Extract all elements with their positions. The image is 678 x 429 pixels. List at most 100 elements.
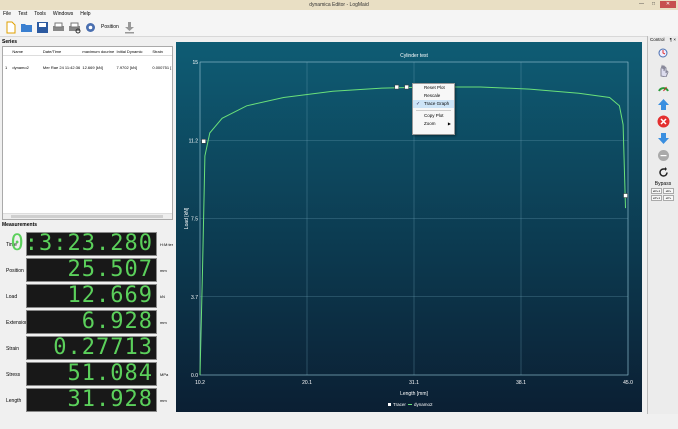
measurement-label: Strain [6, 346, 20, 352]
panel-buttons: ¶ × [670, 37, 676, 42]
lcd-display: 6.928 [26, 310, 157, 334]
control-panel: Control ¶ × Bypass eR+1 eR+ eP+1 eP+ [647, 36, 678, 414]
small-control-button[interactable]: eP+ [663, 195, 674, 201]
panel-close-button[interactable]: × [673, 37, 676, 42]
pin-button[interactable]: ¶ [670, 37, 672, 42]
menu-bar: File Test Tools Windows Help [0, 10, 678, 18]
menu-help[interactable]: Help [80, 11, 90, 17]
context-menu-item-zoom[interactable]: Zoom ▶ [413, 120, 454, 128]
column-header[interactable]: Initial Dynamic [114, 49, 150, 54]
measurement-length: Length 31.928 mm [2, 388, 173, 412]
lcd-display: 0.27713 [26, 336, 157, 360]
position-download-button[interactable] [122, 20, 137, 35]
new-file-button[interactable] [3, 20, 18, 35]
column-header[interactable]: maximum dourine [80, 49, 114, 54]
table-row[interactable]: 1 dynamo2 Mer Rae 24 11:42:36 2016 12.66… [3, 63, 172, 72]
print-preview-button[interactable] [67, 20, 82, 35]
measurement-label: Stress [6, 372, 21, 378]
lcd-display: 12.669 [26, 284, 157, 308]
x-tick-label: 45.0 [623, 380, 633, 386]
menu-windows[interactable]: Windows [53, 11, 73, 17]
zoom-reset-icon [658, 48, 667, 57]
small-control-button[interactable]: eR+ [663, 188, 674, 194]
series-table: Name Date/Time maximum dourine Initial D… [2, 46, 173, 220]
close-button[interactable]: ✕ [660, 1, 676, 8]
scrollbar-thumb[interactable] [11, 215, 163, 218]
measurement-value: 31.928 [67, 387, 153, 412]
measurement-value: 0.27713 [53, 335, 153, 360]
maximize-button[interactable]: □ [648, 1, 659, 8]
check-icon: ✓ [416, 101, 421, 107]
legend-marker-tracer [388, 403, 391, 406]
move-up-button[interactable] [656, 97, 670, 111]
column-header[interactable]: Strain [150, 49, 172, 54]
measurement-label: Extension [6, 320, 28, 326]
measurement-unit: kN [160, 294, 165, 299]
lcd-display: 51.084 [26, 362, 157, 386]
measurement-value: 12.669 [67, 283, 153, 308]
plot-area[interactable]: 10.2 20.1 31.1 38.1 45.0 15 11.2 7.5 3.7 0.0 Cylin… [176, 42, 642, 412]
measurement-time: Time 0:3:23.280 H:M:ter [2, 232, 173, 256]
trace-marker [394, 84, 400, 90]
measurement-label: Length [6, 398, 22, 404]
position-label: Position [101, 24, 119, 30]
save-button[interactable] [35, 20, 50, 35]
table-cell: Mer Rae 24 11:42:36 2016 [42, 65, 81, 70]
menu-tools[interactable]: Tools [34, 11, 46, 17]
context-menu-item-copy-plot[interactable]: Copy Plot [413, 112, 454, 120]
measurement-unit: mm [160, 398, 167, 403]
measurement-value: 6.928 [81, 309, 153, 334]
open-folder-button[interactable] [19, 20, 34, 35]
table-cell: dynamo2 [12, 65, 29, 70]
menu-test[interactable]: Test [18, 11, 27, 17]
neutral-button[interactable] [656, 148, 670, 162]
context-menu-item-trace-graph[interactable]: ✓ Trace Graph [413, 100, 454, 108]
measurement-value: 51.084 [67, 361, 153, 386]
arrow-up-icon [657, 98, 669, 110]
minimize-button[interactable]: — [636, 1, 647, 8]
measurement-extension: Extension 6.928 mm [2, 310, 173, 334]
gauge-icon [657, 86, 669, 92]
measurement-stress: Stress 51.084 MPa [2, 362, 173, 386]
context-menu-item-reset-plot[interactable]: Reset Plot [413, 84, 454, 92]
neutral-icon [657, 149, 669, 161]
measurement-unit: mm [160, 268, 167, 273]
y-tick-label: 15 [192, 60, 198, 66]
x-tick-label: 10.2 [195, 380, 205, 386]
trace-marker [201, 139, 206, 144]
x-tick-label: 20.1 [302, 380, 312, 386]
chart-svg[interactable]: 10.2 20.1 31.1 38.1 45.0 15 11.2 7.5 3.7 0.0 Cylin… [176, 42, 642, 412]
series-title: Series [2, 39, 18, 45]
table-cell: 7.9702 [kN] [116, 65, 137, 70]
stop-button[interactable] [656, 114, 670, 128]
gauge-button[interactable] [656, 80, 670, 94]
measurement-unit: mm [160, 320, 167, 325]
y-tick-label: 0.0 [191, 373, 198, 379]
menu-file[interactable]: File [3, 11, 11, 17]
refresh-button[interactable] [656, 165, 670, 179]
column-header[interactable]: Date/Time [41, 49, 80, 54]
table-cell: 1 [5, 65, 8, 70]
trace-marker [623, 193, 628, 198]
small-control-button[interactable]: eP+1 [651, 195, 662, 201]
lcd-display: 0:3:23.280 [11, 232, 157, 256]
small-control-button[interactable]: eR+1 [651, 188, 662, 194]
measurement-label: Position [6, 268, 24, 274]
move-down-button[interactable] [656, 131, 670, 145]
column-header[interactable]: Name [10, 49, 41, 54]
print-button[interactable] [51, 20, 66, 35]
title-bar: dynamica Editor - LogMaid — □ ✕ [0, 0, 678, 10]
measurement-strain: Strain 0.27713 [2, 336, 173, 360]
legend-label: Tracer [393, 402, 406, 407]
hand-button[interactable] [656, 63, 670, 77]
stop-icon [657, 115, 669, 127]
y-tick-label: 7.5 [191, 217, 198, 223]
zoom-reset-button[interactable] [656, 46, 670, 60]
settings-gear-button[interactable] [83, 20, 98, 35]
context-menu-item-rescale[interactable]: Rescale [413, 92, 454, 100]
measurement-value: 0:3:23.280 [10, 231, 153, 256]
series-table-header: Name Date/Time maximum dourine Initial D… [3, 47, 172, 56]
lcd-display: 31.928 [26, 388, 157, 412]
x-tick-label: 38.1 [516, 380, 526, 386]
horizontal-scrollbar[interactable] [3, 213, 172, 219]
